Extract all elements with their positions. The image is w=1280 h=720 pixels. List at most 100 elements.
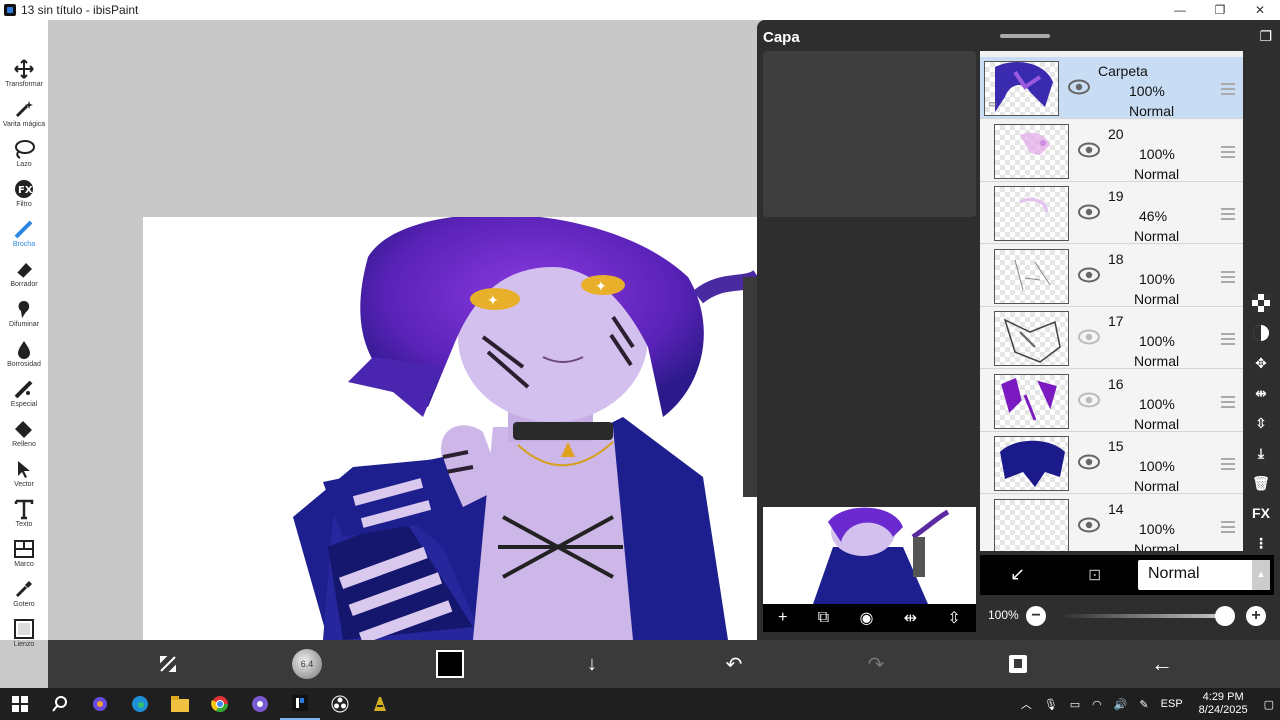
eye-hidden-icon[interactable] xyxy=(1078,329,1100,350)
tool-toggle-icon[interactable] xyxy=(154,652,182,676)
back-arrow-icon[interactable]: ← xyxy=(1148,651,1176,676)
tool-special-pen[interactable]: Especial xyxy=(0,376,48,416)
opacity-slider[interactable] xyxy=(1060,614,1230,618)
pen-icon[interactable]: ✎ xyxy=(1139,698,1148,711)
brush-size-button[interactable]: 6.4 xyxy=(292,649,322,679)
artwork-canvas[interactable]: ✦ ✦ xyxy=(143,217,758,640)
layer-thumbnail[interactable] xyxy=(994,311,1069,366)
layer-row[interactable]: 18 100% Normal xyxy=(980,244,1243,307)
opacity-decrease-button[interactable]: − xyxy=(1026,606,1046,626)
drag-handle-icon[interactable] xyxy=(1221,458,1235,473)
layer-row[interactable]: 20 100% Normal xyxy=(980,119,1243,182)
layer-row[interactable]: 16 100% Normal xyxy=(980,369,1243,432)
layer-row[interactable]: 19 46% Normal xyxy=(980,182,1243,244)
clock[interactable]: 4:29 PM 8/24/2025 xyxy=(1199,691,1248,717)
drag-handle-icon[interactable] xyxy=(1221,270,1235,286)
eye-hidden-icon[interactable] xyxy=(1078,392,1100,413)
layer-down-icon[interactable]: ↓ xyxy=(580,652,604,676)
move-layer-icon[interactable]: ✥ xyxy=(1247,348,1275,378)
language-indicator[interactable]: ESP xyxy=(1161,698,1183,710)
invert-icon[interactable] xyxy=(1247,318,1275,348)
layer-thumbnail[interactable] xyxy=(994,123,1069,179)
tool-text[interactable]: Texto xyxy=(0,496,48,536)
more-options-icon[interactable]: ⋮ xyxy=(1247,528,1275,558)
eye-icon[interactable] xyxy=(1078,204,1100,225)
transparent-checker-icon[interactable] xyxy=(1247,288,1275,318)
wifi-icon[interactable]: ◠ xyxy=(1092,698,1102,711)
tool-fill[interactable]: Relleno xyxy=(0,416,48,456)
flip-horizontal-layer-icon[interactable]: ⇹ xyxy=(1247,378,1275,408)
maximize-button[interactable]: ❐ xyxy=(1200,3,1240,17)
canvas-thumbnail[interactable] xyxy=(763,507,976,604)
eye-icon[interactable] xyxy=(1078,142,1100,163)
tool-eraser[interactable]: Borrador xyxy=(0,256,48,296)
tool-fx[interactable]: FX Filtro xyxy=(0,176,48,216)
obs-recorder-icon[interactable] xyxy=(320,688,360,720)
battery-icon[interactable]: ▭ xyxy=(1070,698,1080,711)
tool-blur-drop[interactable]: Borrosidad xyxy=(0,336,48,376)
merge-down-layer-icon[interactable]: ⤓ xyxy=(1247,438,1275,468)
drag-handle-icon[interactable] xyxy=(1221,208,1235,223)
ibispaint-taskbar-icon[interactable] xyxy=(280,688,320,720)
layer-thumbnail[interactable] xyxy=(994,248,1069,304)
flip-vertical-layer-icon[interactable]: ⇳ xyxy=(1247,408,1275,438)
drag-handle-icon[interactable] xyxy=(1221,520,1235,536)
volume-icon[interactable]: 🔊 xyxy=(1114,698,1128,711)
drag-handle-icon[interactable] xyxy=(1221,333,1235,348)
drag-handle-icon[interactable] xyxy=(1221,83,1235,98)
clipping-icon[interactable]: ↙ xyxy=(1010,564,1025,585)
layer-folder-row[interactable]: ▭ Carpeta 100% Normal xyxy=(980,57,1243,119)
microphone-icon[interactable]: 🎙 xyxy=(1044,698,1058,711)
blend-mode-select[interactable]: Normal ▲ xyxy=(1138,560,1270,590)
add-layer-icon[interactable]: + xyxy=(778,609,787,627)
tool-brush[interactable]: Brocha xyxy=(0,216,48,256)
layer-row[interactable]: 14 100% Normal xyxy=(980,494,1243,551)
copilot-icon[interactable] xyxy=(80,688,120,720)
camera-icon[interactable]: ◉ xyxy=(859,608,873,628)
layer-list[interactable]: ▭ Carpeta 100% Normal 20 100% Normal 19 46% Norma… xyxy=(980,51,1243,551)
chrome-profile-icon[interactable] xyxy=(240,688,280,720)
merge-down-icon[interactable]: ⇳ xyxy=(947,608,960,628)
eye-icon[interactable] xyxy=(1068,79,1090,100)
color-swatch-button[interactable] xyxy=(436,650,464,678)
windows-start-icon[interactable] xyxy=(0,688,40,720)
eye-icon[interactable] xyxy=(1078,267,1100,288)
duplicate-layer-icon[interactable]: ⧉ xyxy=(818,609,829,627)
drag-handle-icon[interactable] xyxy=(1221,395,1235,411)
chevron-up-tray-icon[interactable]: ︿ xyxy=(1021,696,1032,712)
close-button[interactable]: ✕ xyxy=(1240,3,1280,17)
eye-icon[interactable] xyxy=(1078,454,1100,475)
tool-canvas[interactable]: Lienzo xyxy=(0,616,48,656)
tool-lasso[interactable]: Lazo xyxy=(0,136,48,176)
alpha-lock-icon[interactable]: ⊡ xyxy=(1088,565,1101,585)
layer-thumbnail[interactable] xyxy=(994,186,1069,241)
notification-icon[interactable]: ▢ xyxy=(1264,698,1274,711)
undo-icon[interactable]: ↶ xyxy=(722,652,746,676)
delete-layer-icon[interactable]: 🗑 xyxy=(1247,468,1275,498)
panel-drag-handle[interactable] xyxy=(1000,34,1050,38)
tool-frame[interactable]: Marco xyxy=(0,536,48,576)
layer-thumbnail[interactable] xyxy=(994,373,1069,429)
file-explorer-icon[interactable] xyxy=(160,688,200,720)
expand-panel-icon[interactable]: ❐ xyxy=(1259,28,1272,45)
search-icon[interactable] xyxy=(40,688,80,720)
opacity-slider-handle[interactable] xyxy=(1215,606,1235,626)
tool-smudge[interactable]: Difuminar xyxy=(0,296,48,336)
eye-icon[interactable] xyxy=(1078,517,1100,538)
minimize-button[interactable]: — xyxy=(1160,3,1200,17)
layer-thumbnail[interactable] xyxy=(994,498,1069,551)
pen-tablet-app-icon[interactable] xyxy=(360,688,400,720)
tool-move[interactable]: Transformar xyxy=(0,56,48,96)
layer-thumbnail[interactable] xyxy=(994,436,1069,491)
drag-handle-icon[interactable] xyxy=(1221,145,1235,161)
layer-panel-toggle-icon[interactable] xyxy=(1006,652,1030,676)
layer-row[interactable]: 15 100% Normal xyxy=(980,432,1243,494)
tool-vector-cursor[interactable]: Vector xyxy=(0,456,48,496)
tool-eyedropper[interactable]: Gotero xyxy=(0,576,48,616)
layer-fx-button[interactable]: FX xyxy=(1247,498,1275,528)
layer-row[interactable]: 17 100% Normal xyxy=(980,307,1243,369)
tool-magic-wand[interactable]: Varita mágica xyxy=(0,96,48,136)
redo-icon[interactable]: ↷ xyxy=(864,652,888,676)
edge-browser-icon[interactable] xyxy=(120,688,160,720)
opacity-increase-button[interactable]: + xyxy=(1246,606,1266,626)
